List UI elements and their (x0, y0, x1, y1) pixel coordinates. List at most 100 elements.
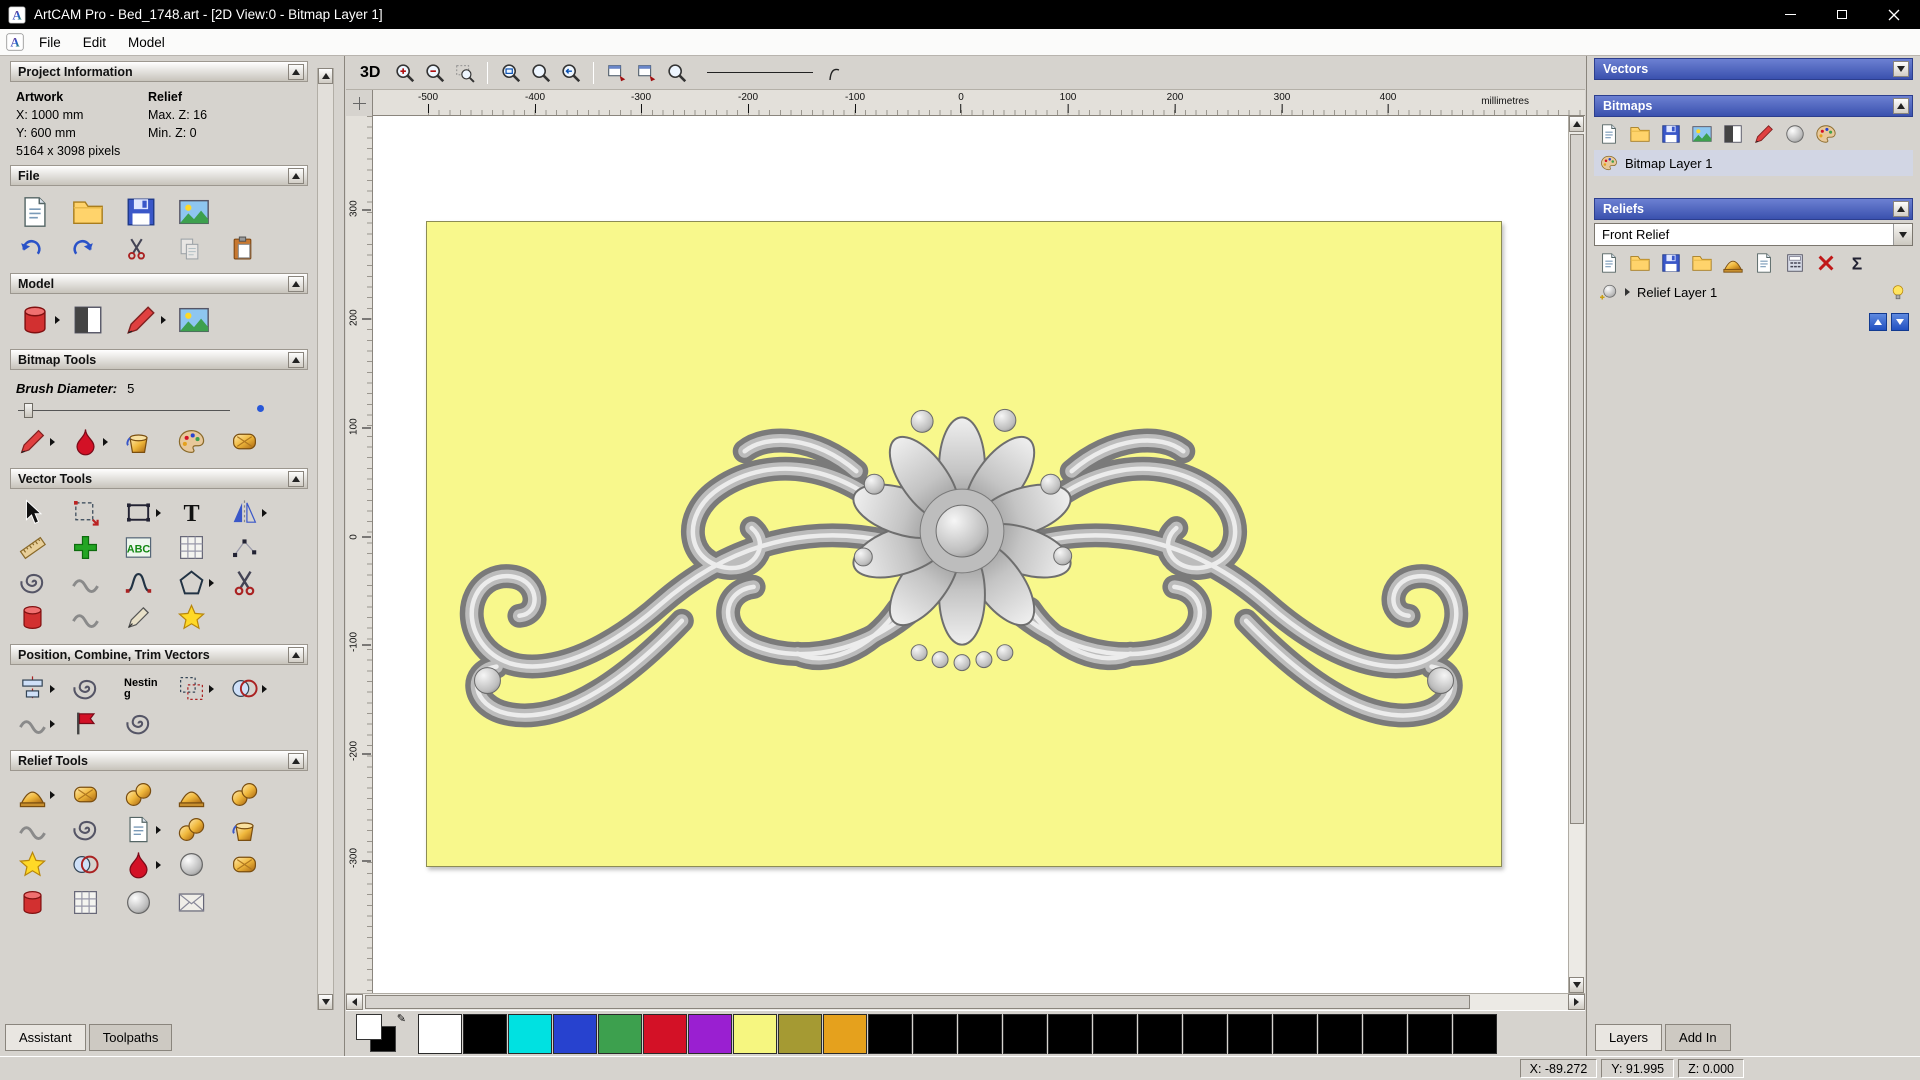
link-views-icon[interactable] (606, 62, 628, 84)
emboss-wizard-icon[interactable] (230, 815, 259, 844)
transform-vectors-icon[interactable] (71, 498, 100, 527)
shape-editor-icon[interactable] (177, 780, 206, 809)
copy-icon[interactable] (177, 236, 202, 261)
tab-assistant[interactable]: Assistant (5, 1024, 86, 1051)
block-array-icon[interactable] (71, 674, 100, 703)
reduce-colours-icon[interactable] (230, 427, 259, 456)
create-text-icon[interactable]: T (177, 498, 206, 527)
zoom-objects-icon[interactable] (454, 62, 476, 84)
slider-track[interactable] (18, 410, 230, 411)
collapse-button[interactable] (1893, 98, 1909, 114)
extra-relief-icon-3[interactable] (124, 888, 153, 917)
join-vectors-icon[interactable] (18, 709, 47, 738)
relief-select-dropdown[interactable]: Front Relief (1594, 223, 1913, 246)
more-options-arrow[interactable] (262, 508, 267, 517)
save-bitmap-icon[interactable] (1660, 123, 1682, 145)
open-model-icon[interactable] (71, 195, 105, 229)
swap-views-icon[interactable] (636, 62, 658, 84)
create-polyline-icon[interactable] (71, 533, 100, 562)
palette-swatch[interactable] (913, 1013, 957, 1054)
horizontal-scrollbar[interactable] (346, 993, 1585, 1010)
erase-relief-icon[interactable] (1815, 252, 1837, 274)
collapse-button[interactable] (288, 351, 304, 368)
measure-icon[interactable] (18, 533, 47, 562)
model-canvas[interactable] (426, 221, 1502, 867)
calculate-relief-icon[interactable] (18, 780, 47, 809)
more-options-arrow[interactable] (209, 578, 214, 587)
zoom-drawing-icon[interactable] (530, 62, 552, 84)
import-relief-icon[interactable] (1691, 252, 1713, 274)
group-vectors-icon[interactable] (177, 674, 206, 703)
collapse-button[interactable] (1893, 201, 1909, 217)
total-relief-icon[interactable]: Σ (1846, 252, 1868, 274)
model-image-icon[interactable] (177, 303, 211, 337)
palette-swatch[interactable] (958, 1013, 1002, 1054)
relief-visibility-icon[interactable] (1889, 283, 1907, 301)
new-relief-icon[interactable] (1598, 252, 1620, 274)
expand-arrow-icon[interactable] (1625, 288, 1630, 296)
palette-swatch[interactable] (778, 1013, 822, 1054)
dropdown-button[interactable] (1893, 224, 1912, 245)
palette-swatch[interactable] (1048, 1013, 1092, 1054)
more-options-arrow[interactable] (50, 790, 55, 799)
freehand-draw-icon[interactable] (124, 603, 153, 632)
palette-swatch[interactable] (1408, 1013, 1452, 1054)
snap-grid-icon[interactable] (177, 533, 206, 562)
extra-relief-icon-4[interactable] (177, 888, 206, 917)
bitmap-to-vector-icon[interactable] (1691, 123, 1713, 145)
bitmap-link-icon[interactable] (1784, 123, 1806, 145)
create-rectangle-icon[interactable] (124, 498, 153, 527)
zoom-out-icon[interactable] (424, 62, 446, 84)
more-options-arrow[interactable] (156, 508, 161, 517)
collapse-button[interactable] (288, 646, 304, 663)
weave-wizard-icon[interactable] (71, 815, 100, 844)
weld-vectors-icon[interactable] (230, 674, 259, 703)
scroll-down-button[interactable] (1569, 977, 1584, 993)
calculate-icon[interactable] (1784, 252, 1806, 274)
contrast-icon[interactable] (1722, 123, 1744, 145)
paint-selective-icon[interactable] (71, 427, 100, 456)
bitmap-layer-row[interactable]: Bitmap Layer 1 (1594, 150, 1913, 176)
more-options-arrow[interactable] (50, 719, 55, 728)
delete-relief-icon[interactable] (1722, 252, 1744, 274)
duplicate-relief-icon[interactable] (1753, 252, 1775, 274)
new-model-icon[interactable] (18, 195, 52, 229)
flood-fill-icon[interactable] (124, 427, 153, 456)
palette-swatch[interactable] (1318, 1013, 1362, 1054)
close-button[interactable] (1868, 0, 1920, 29)
slider-handle[interactable] (24, 403, 33, 418)
paste-relief-icon[interactable] (230, 780, 259, 809)
sphere-relief-icon[interactable] (177, 850, 206, 879)
palette-swatch[interactable] (1138, 1013, 1182, 1054)
extrude-icon[interactable] (18, 603, 47, 632)
palette-swatch[interactable] (1003, 1013, 1047, 1054)
create-polygon-icon[interactable] (177, 568, 206, 597)
zoom-selection-icon[interactable] (666, 62, 688, 84)
more-options-arrow[interactable] (50, 684, 55, 693)
collapse-button[interactable] (288, 275, 304, 292)
more-options-arrow[interactable] (156, 825, 161, 834)
primary-secondary-colour-well[interactable]: ✎ (356, 1013, 408, 1054)
primary-colour[interactable] (356, 1013, 382, 1040)
select-vectors-icon[interactable] (18, 498, 47, 527)
set-model-size-icon[interactable] (18, 303, 52, 337)
palette-swatch[interactable] (1363, 1013, 1407, 1054)
minimize-button[interactable] (1764, 0, 1816, 29)
vector-doctor-icon[interactable] (71, 709, 100, 738)
palette-swatch[interactable] (463, 1013, 507, 1054)
create-star-icon[interactable] (177, 603, 206, 632)
adjust-model-icon[interactable] (71, 303, 105, 337)
node-editing-icon[interactable] (230, 533, 259, 562)
fit-arcs-icon[interactable] (18, 568, 47, 597)
more-options-arrow[interactable] (209, 684, 214, 693)
align-vectors-icon[interactable] (18, 674, 47, 703)
bitmap-colours-icon[interactable] (1815, 123, 1837, 145)
palette-swatch[interactable] (643, 1013, 687, 1054)
extra-relief-icon-1[interactable] (18, 888, 47, 917)
save-model-icon[interactable] (124, 195, 158, 229)
more-options-arrow[interactable] (262, 684, 267, 693)
save-relief-icon[interactable] (1660, 252, 1682, 274)
palette-swatch[interactable] (1093, 1013, 1137, 1054)
face-wizard-icon[interactable] (124, 815, 153, 844)
document-menu-icon[interactable] (6, 33, 24, 51)
